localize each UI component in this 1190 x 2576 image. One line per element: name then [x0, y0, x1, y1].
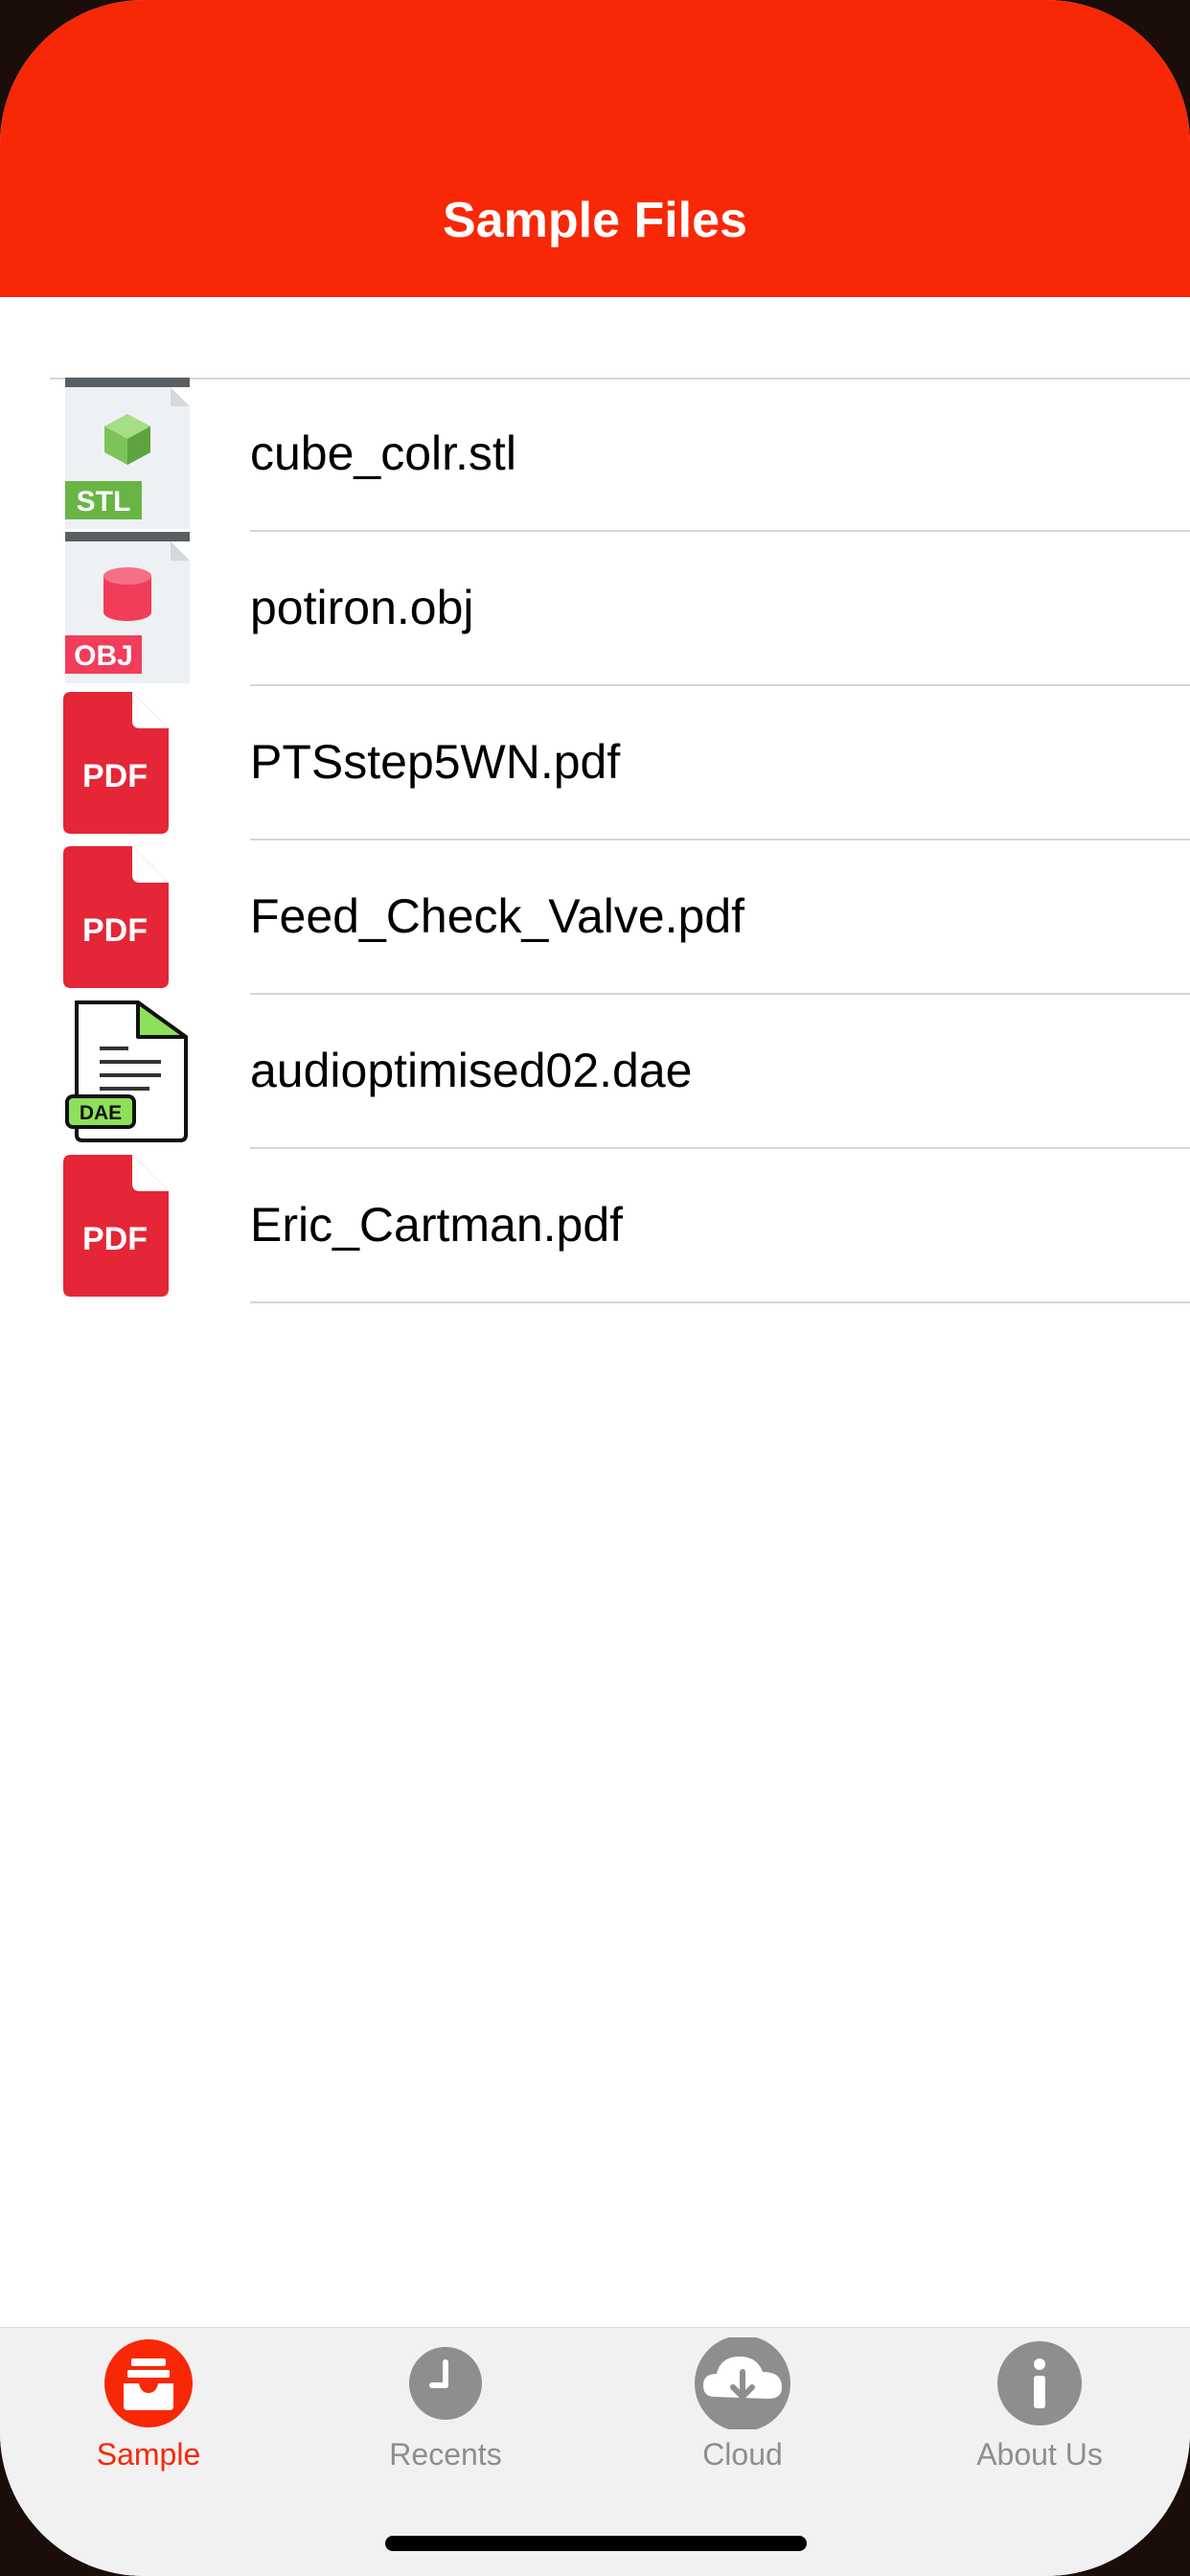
tab-label: Cloud — [702, 2437, 783, 2472]
file-name: PTSstep5WN.pdf — [250, 735, 621, 789]
file-row-potiron-obj[interactable]: OBJ potiron.obj — [0, 532, 1190, 686]
file-row-ptsstep5wn-pdf[interactable]: PDF PTSstep5WN.pdf — [0, 686, 1190, 840]
svg-text:PDF: PDF — [82, 912, 148, 949]
file-row-eric-cartman-pdf[interactable]: PDF Eric_Cartman.pdf — [0, 1149, 1190, 1303]
dae-file-icon: DAE — [65, 1000, 188, 1142]
tab-label: About Us — [976, 2437, 1103, 2472]
file-name: potiron.obj — [250, 581, 474, 634]
page-title: Sample Files — [443, 193, 747, 248]
file-name: cube_colr.stl — [250, 426, 516, 480]
tab-label: Sample — [96, 2437, 201, 2472]
navigation-bar: Sample Files — [0, 0, 1190, 297]
file-row-feed-check-valve-pdf[interactable]: PDF Feed_Check_Valve.pdf — [0, 840, 1190, 995]
file-row-audioptimised02-dae[interactable]: DAE audioptimised02.dae — [0, 995, 1190, 1149]
stl-file-icon: STL — [65, 378, 190, 529]
row-separator — [250, 1301, 1190, 1303]
clock-icon — [409, 2347, 482, 2420]
pdf-file-icon: PDF — [63, 692, 169, 834]
obj-file-icon: OBJ — [65, 532, 190, 683]
svg-text:PDF: PDF — [82, 758, 148, 794]
tab-cloud[interactable]: Cloud — [594, 2337, 891, 2500]
svg-text:DAE: DAE — [80, 1102, 122, 1124]
file-name: Eric_Cartman.pdf — [250, 1198, 624, 1252]
inbox-icon — [104, 2339, 193, 2427]
svg-text:PDF: PDF — [82, 1221, 148, 1257]
svg-text:STL: STL — [77, 486, 131, 518]
tab-about-us[interactable]: About Us — [891, 2337, 1188, 2500]
tab-recents[interactable]: Recents — [297, 2337, 594, 2500]
info-icon — [997, 2341, 1082, 2426]
file-name: audioptimised02.dae — [250, 1044, 693, 1097]
file-list: STL cube_colr.stl OBJ potiron.obj PDF PT… — [0, 378, 1190, 1303]
pdf-file-icon: PDF — [63, 1155, 169, 1297]
home-indicator[interactable] — [385, 2536, 807, 2551]
app-screen: Sample Files STL cube_colr.stl OBJ potir… — [0, 0, 1190, 2576]
cloud-download-icon — [695, 2337, 790, 2429]
svg-text:OBJ: OBJ — [74, 640, 133, 672]
tab-label: Recents — [389, 2437, 502, 2472]
tab-sample[interactable]: Sample — [0, 2337, 297, 2500]
file-name: Feed_Check_Valve.pdf — [250, 889, 745, 943]
pdf-file-icon: PDF — [63, 846, 169, 988]
file-row-cube-colr-stl[interactable]: STL cube_colr.stl — [0, 378, 1190, 532]
